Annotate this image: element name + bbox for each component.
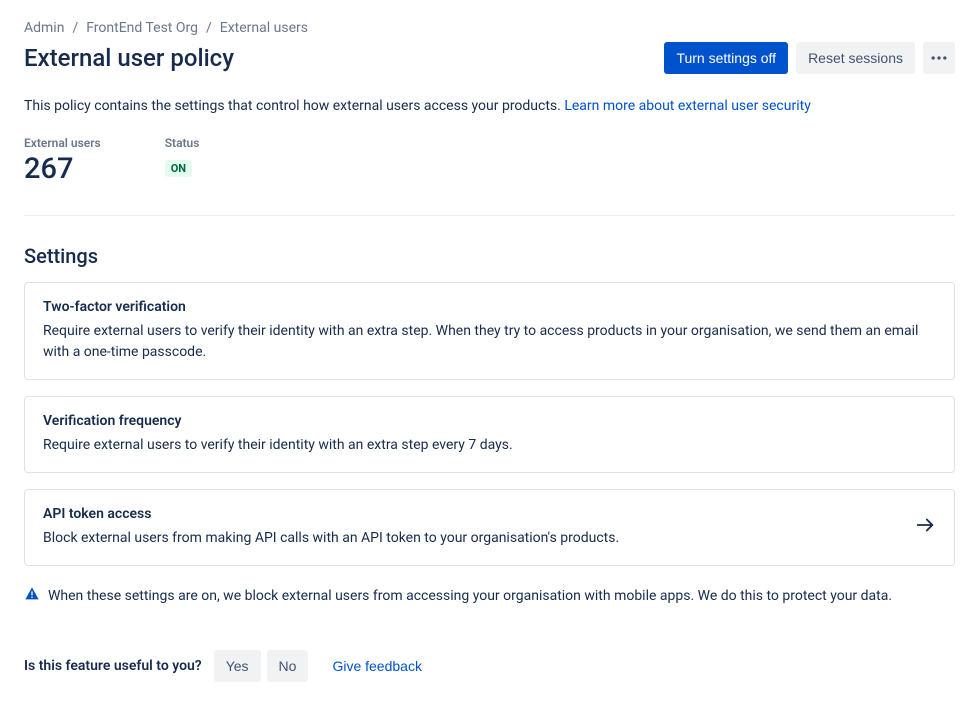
- more-actions-button[interactable]: [923, 42, 955, 74]
- card-desc: Block external users from making API cal…: [43, 528, 898, 549]
- info-text: When these settings are on, we block ext…: [48, 588, 892, 604]
- card-api-token-access[interactable]: API token access Block external users fr…: [24, 489, 955, 566]
- feedback-no-button[interactable]: No: [267, 650, 309, 682]
- breadcrumb-separator: /: [72, 20, 78, 36]
- learn-more-link[interactable]: Learn more about external user security: [564, 98, 811, 114]
- card-title: Verification frequency: [43, 413, 936, 429]
- breadcrumb-admin[interactable]: Admin: [24, 20, 64, 36]
- arrow-right-icon: [914, 514, 936, 540]
- mobile-block-info: When these settings are on, we block ext…: [24, 586, 955, 606]
- feedback-row: Is this feature useful to you? Yes No Gi…: [24, 650, 955, 682]
- status-label: Status: [165, 136, 200, 150]
- reset-sessions-button[interactable]: Reset sessions: [796, 42, 915, 74]
- card-desc: Require external users to verify their i…: [43, 435, 936, 456]
- breadcrumb-external-users[interactable]: External users: [220, 20, 308, 36]
- turn-settings-off-button[interactable]: Turn settings off: [664, 42, 788, 74]
- give-feedback-link[interactable]: Give feedback: [320, 650, 434, 682]
- feedback-yes-button[interactable]: Yes: [214, 650, 261, 682]
- stat-status: Status ON: [165, 136, 200, 187]
- stat-external-users: External users 267: [24, 136, 101, 187]
- external-users-value: 267: [24, 152, 101, 187]
- breadcrumb: Admin / FrontEnd Test Org / External use…: [24, 20, 955, 36]
- settings-heading: Settings: [24, 244, 955, 268]
- breadcrumb-org[interactable]: FrontEnd Test Org: [86, 20, 198, 36]
- feedback-question: Is this feature useful to you?: [24, 658, 202, 674]
- card-title: API token access: [43, 506, 898, 522]
- external-users-label: External users: [24, 136, 101, 150]
- stats-row: External users 267 Status ON: [24, 136, 955, 216]
- intro-text: This policy contains the settings that c…: [24, 98, 955, 114]
- card-verification-frequency[interactable]: Verification frequency Require external …: [24, 396, 955, 473]
- header-actions: Turn settings off Reset sessions: [664, 42, 955, 74]
- card-desc: Require external users to verify their i…: [43, 321, 936, 363]
- more-icon: [929, 48, 949, 68]
- page-title: External user policy: [24, 44, 234, 72]
- card-title: Two-factor verification: [43, 299, 936, 315]
- warning-icon: [24, 586, 40, 606]
- status-badge: ON: [165, 160, 192, 177]
- card-two-factor[interactable]: Two-factor verification Require external…: [24, 282, 955, 380]
- breadcrumb-separator: /: [206, 20, 212, 36]
- intro-copy: This policy contains the settings that c…: [24, 98, 564, 114]
